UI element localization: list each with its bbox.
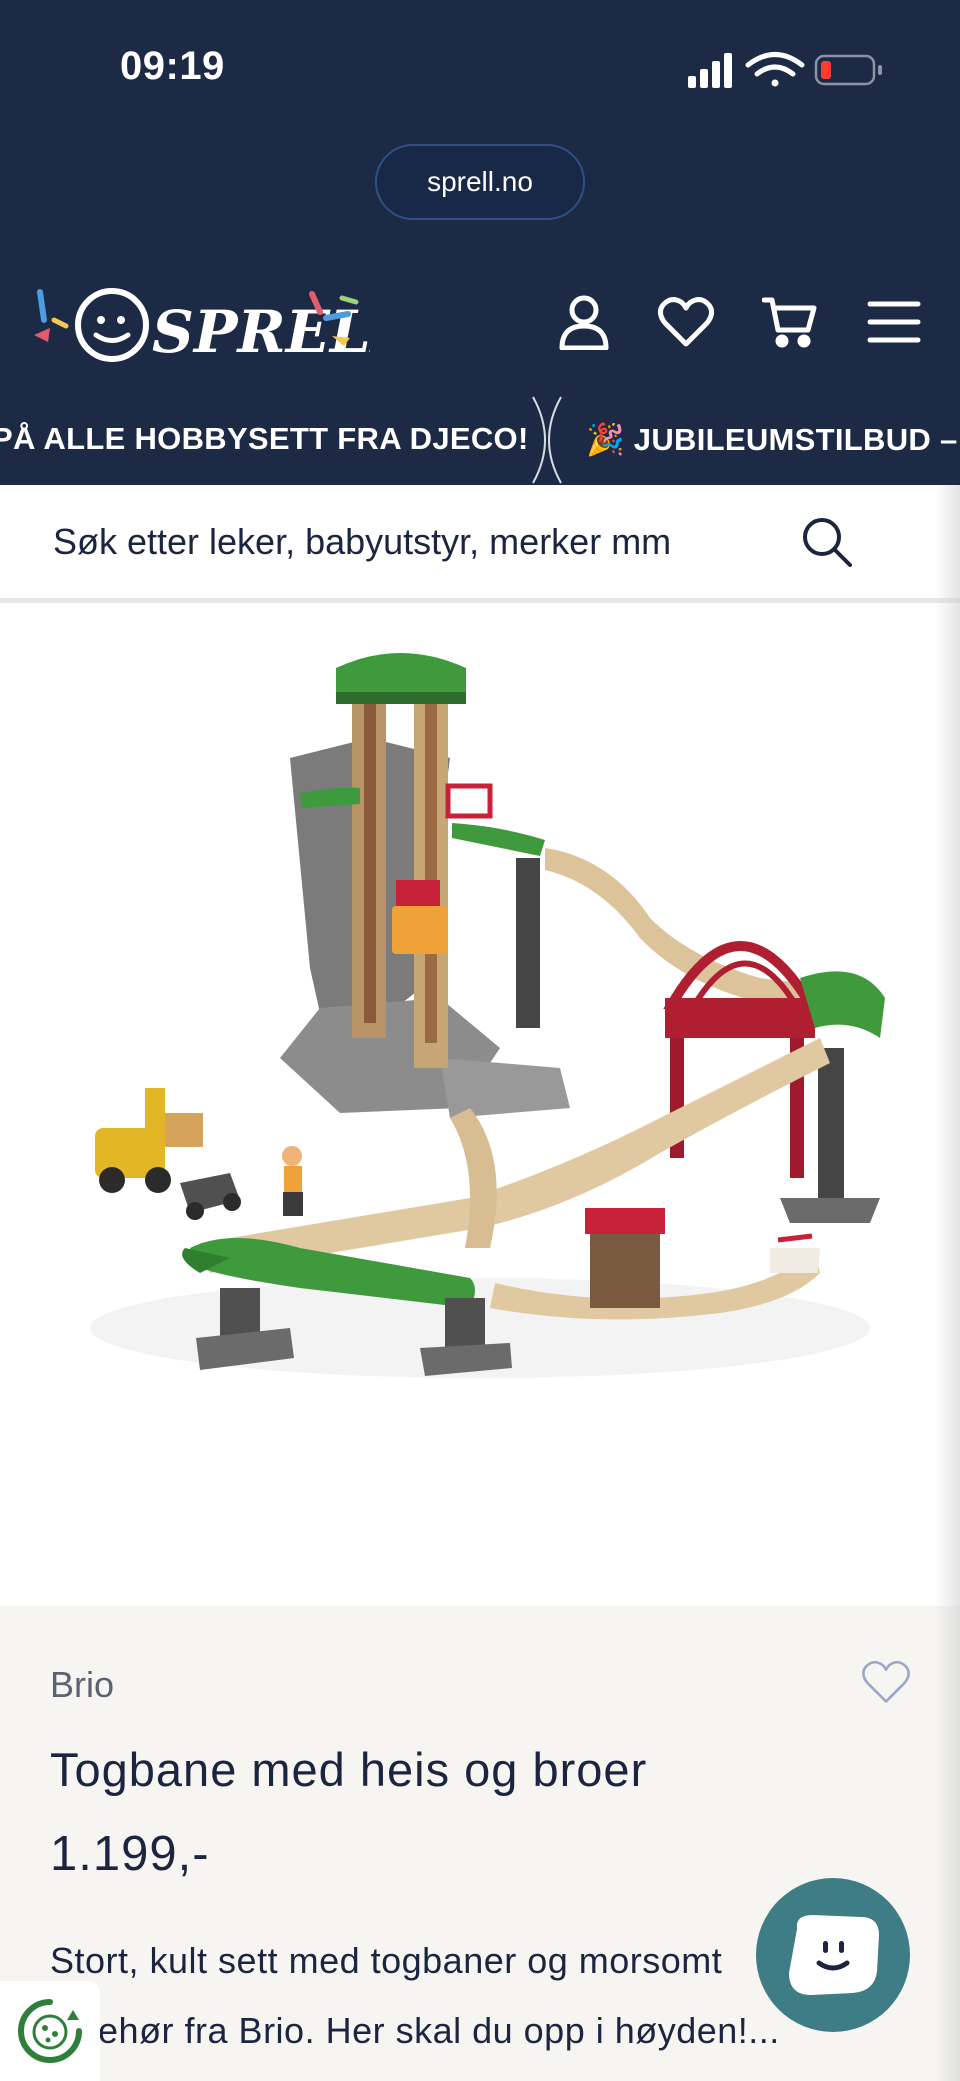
promo-ticker[interactable]: PÅ ALLE HOBBYSETT FRA DJECO! 🎉 JUBILEUMS… bbox=[0, 395, 960, 485]
site-header: 09:19 sprell.no SPRELL bbox=[0, 0, 960, 485]
ticker-separator bbox=[532, 396, 562, 484]
product-description: Stort, kult sett med togbaner og morsomt… bbox=[50, 1940, 780, 2051]
favorite-heart-icon[interactable] bbox=[858, 1654, 914, 1710]
product-brand[interactable]: Brio bbox=[50, 1664, 114, 1706]
product-price: 1.199,- bbox=[50, 1827, 210, 1881]
search-icon[interactable] bbox=[795, 510, 859, 574]
status-icons bbox=[688, 52, 882, 88]
ticker-item: PÅ ALLE HOBBYSETT FRA DJECO! bbox=[0, 421, 529, 456]
cookie-settings-button[interactable] bbox=[0, 1981, 100, 2081]
smiley-chat-icon bbox=[789, 1915, 879, 1995]
ticker-item: 🎉 JUBILEUMSTILBUD – bbox=[586, 422, 958, 457]
sprell-logo[interactable]: SPRELL bbox=[30, 280, 370, 370]
url-bar[interactable]: sprell.no bbox=[375, 144, 585, 220]
status-time: 09:19 bbox=[120, 44, 225, 88]
search-bar[interactable]: Søk etter leker, babyutstyr, merker mm bbox=[0, 485, 960, 603]
account-icon[interactable] bbox=[554, 292, 614, 352]
product-image[interactable] bbox=[0, 608, 960, 1606]
signal-icon bbox=[688, 53, 732, 88]
cart-icon[interactable] bbox=[760, 292, 820, 352]
wifi-icon bbox=[745, 52, 805, 87]
heart-icon[interactable] bbox=[656, 292, 716, 352]
svg-text:SPRELL: SPRELL bbox=[152, 298, 370, 366]
battery-icon bbox=[814, 54, 882, 86]
product-title: Togbane med heis og broer bbox=[50, 1743, 648, 1796]
cookie-icon bbox=[18, 1999, 82, 2063]
menu-icon[interactable] bbox=[864, 292, 924, 352]
chat-button[interactable] bbox=[756, 1878, 910, 2032]
search-input[interactable]: Søk etter leker, babyutstyr, merker mm bbox=[53, 521, 671, 563]
